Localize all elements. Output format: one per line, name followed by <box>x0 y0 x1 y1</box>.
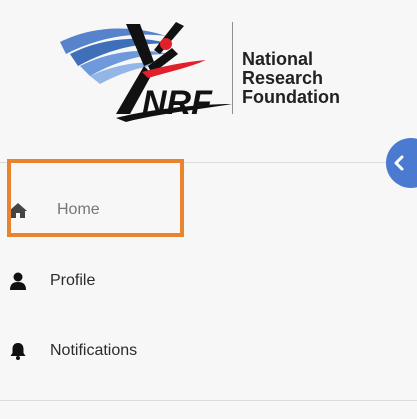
nrf-logo-mark: NRF <box>60 22 232 122</box>
bell-icon <box>10 343 26 360</box>
logo: NRF National Research Foundation <box>0 0 417 162</box>
logo-acronym: NRF <box>142 84 213 122</box>
home-icon <box>9 203 27 218</box>
logo-name-line-1: National <box>242 49 314 69</box>
chevron-left-icon <box>394 155 404 171</box>
logo-name-line-2: Research <box>242 68 324 88</box>
sidebar-item-label: Profile <box>50 272 96 289</box>
nav-bottom-divider <box>0 400 417 401</box>
sidebar-item-notifications[interactable]: Notifications <box>0 331 300 371</box>
sidebar-item-label: Notifications <box>50 342 138 359</box>
sidebar-item-profile[interactable]: Profile <box>0 261 300 301</box>
header-divider <box>0 162 417 163</box>
logo-divider <box>232 22 233 114</box>
sidebar-item-label: Home <box>57 201 100 218</box>
logo-name-line-3: Foundation <box>242 87 340 107</box>
logo-wordmark: National Research Foundation <box>242 50 340 107</box>
sidebar-item-home[interactable]: Home <box>0 190 300 230</box>
user-icon <box>10 272 26 290</box>
